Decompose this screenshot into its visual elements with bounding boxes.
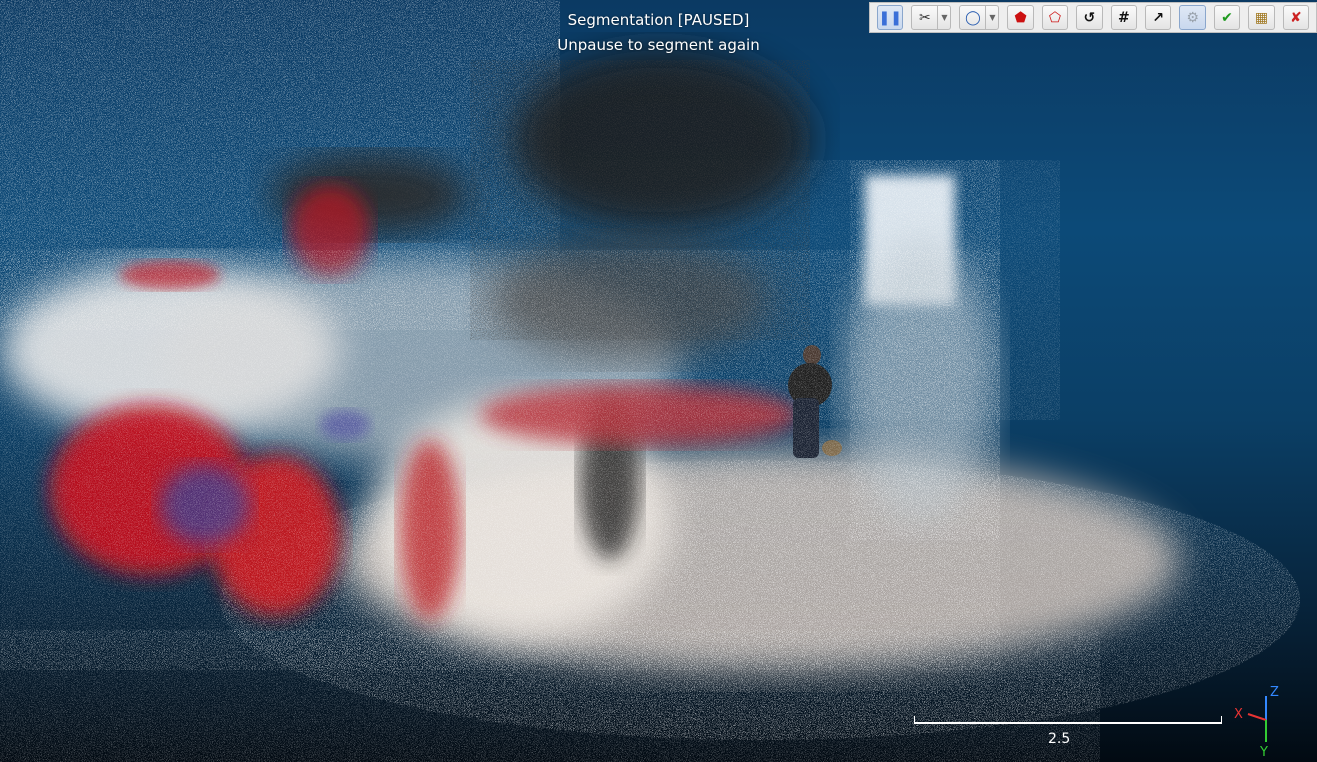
segment-mode-button-group: ✂ ▼ [911, 5, 952, 30]
point-cloud-viewport[interactable] [0, 0, 1317, 762]
point-cloud-render [0, 0, 1300, 762]
options-button[interactable]: # [1110, 5, 1138, 30]
polygon-icon: ◯ [965, 9, 981, 26]
pause-icon: ❚❚ [878, 9, 902, 26]
segmentation-toolbar: ❚❚ ✂ ▼ ◯ ▼ ⬟ ⬠ ↺ # ↗ ⚙ ✔ ▦ ✘ [869, 2, 1317, 33]
scissors-icon: ✂ [919, 9, 931, 26]
polygon-selection-button[interactable]: ◯ [959, 5, 987, 30]
pentagon-out-icon: ⬠ [1048, 9, 1062, 26]
confirm-delete-button[interactable]: ▦ [1248, 5, 1275, 30]
polygon-selection-button-group: ◯ ▼ [959, 5, 1000, 30]
confirm-button[interactable]: ✔ [1213, 5, 1241, 30]
cancel-button[interactable]: ✘ [1282, 5, 1310, 30]
checkmark-icon: ✔ [1221, 9, 1233, 26]
x-axis-line [1247, 713, 1267, 721]
white-speckle-overlay [0, 250, 1000, 670]
reset-button[interactable]: ↺ [1076, 5, 1103, 30]
export-button[interactable]: ↗ [1145, 5, 1172, 30]
export-icon: ↗ [1152, 9, 1165, 26]
gear-icon: ⚙ [1186, 9, 1199, 26]
pause-button[interactable]: ❚❚ [877, 5, 904, 30]
chevron-down-icon[interactable]: ▼ [986, 5, 1000, 30]
scale-bar-label: 2.5 [1048, 731, 1071, 747]
pentagon-in-icon: ⬟ [1014, 9, 1027, 26]
delete-icon: ▦ [1254, 9, 1269, 26]
segment-mode-button[interactable]: ✂ [911, 5, 939, 30]
chevron-down-icon[interactable]: ▼ [938, 5, 952, 30]
settings-button[interactable]: ⚙ [1179, 5, 1206, 30]
segment-in-button[interactable]: ⬟ [1007, 5, 1034, 30]
axis-triad: Z X Y [1234, 685, 1279, 760]
y-axis-label: Y [1259, 745, 1268, 760]
segment-out-button[interactable]: ⬠ [1041, 5, 1069, 30]
hash-icon: # [1117, 9, 1130, 26]
close-icon: ✘ [1289, 9, 1302, 26]
z-axis-label: Z [1270, 685, 1279, 700]
x-axis-label: X [1234, 707, 1243, 722]
reset-icon: ↺ [1083, 9, 1096, 26]
scale-bar [914, 716, 1222, 724]
